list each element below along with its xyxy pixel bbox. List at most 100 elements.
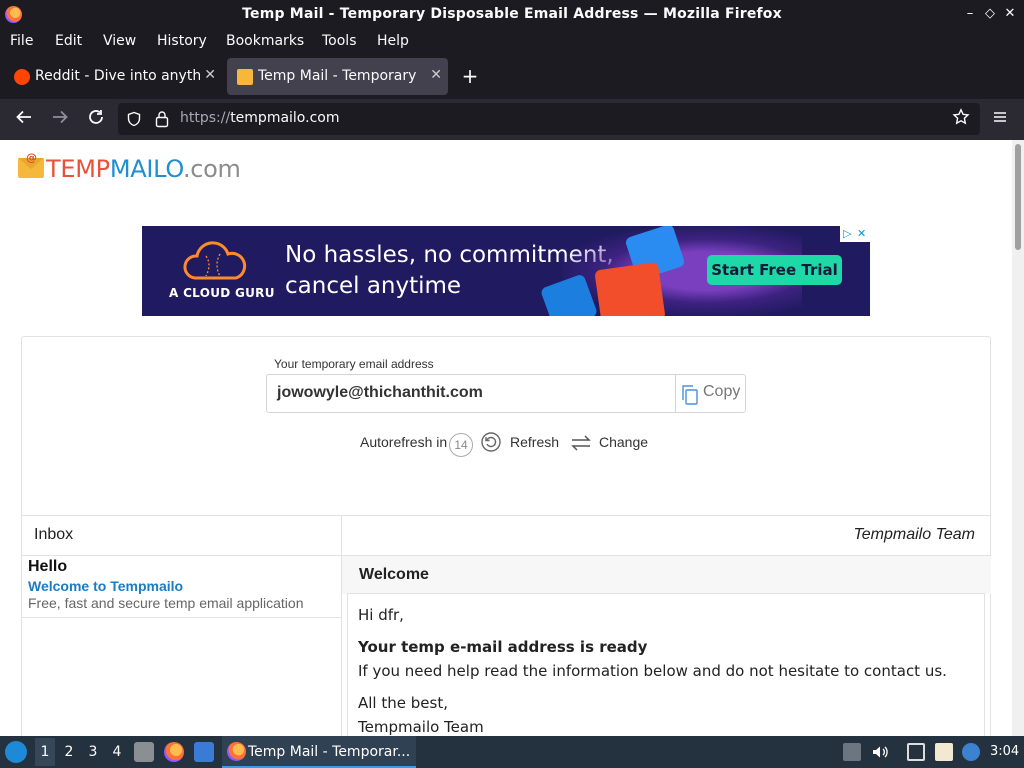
new-tab-button[interactable]: +: [458, 66, 482, 86]
reader-heading: Your temp e-mail address is ready: [358, 638, 648, 656]
copy-icon: [682, 385, 698, 405]
logo-at-sign: @: [26, 151, 37, 164]
autorefresh-counter: 14: [449, 433, 473, 457]
lock-icon[interactable]: [154, 110, 170, 128]
file-manager-icon[interactable]: [134, 742, 154, 762]
taskbar: 1 2 3 4 Temp Mail - Temporar... 3:04: [0, 736, 1024, 768]
menu-history[interactable]: History: [157, 33, 207, 49]
advertisement-banner[interactable]: A CLOUD GURU No hassles, no commitment, …: [142, 226, 870, 316]
minimize-button[interactable]: –: [961, 5, 979, 23]
cloud-logo-icon: [183, 241, 247, 280]
taskbar-firefox-window[interactable]: Temp Mail - Temporar...: [222, 736, 416, 768]
speaker-icon: [873, 746, 888, 758]
bookmark-star-button[interactable]: [949, 108, 973, 130]
tab-reddit[interactable]: Reddit - Dive into anythin ✕: [4, 58, 222, 95]
sender-title: Tempmailo Team: [853, 526, 975, 543]
back-button[interactable]: [12, 108, 36, 130]
menu-tools[interactable]: Tools: [322, 33, 357, 49]
menu-file[interactable]: File: [10, 33, 33, 49]
back-arrow-icon: [16, 110, 31, 124]
tab-tempmail[interactable]: Temp Mail - Temporary Di ✕: [227, 58, 448, 95]
adchoices-icon[interactable]: ▷: [843, 226, 851, 242]
menu-view[interactable]: View: [103, 33, 136, 49]
url-bar[interactable]: https://tempmailo.com: [118, 103, 980, 135]
refresh-icon: [481, 432, 501, 452]
change-button[interactable]: [569, 433, 593, 456]
clock[interactable]: 3:04: [990, 744, 1019, 759]
message-from: Hello: [28, 558, 68, 575]
volume-icon[interactable]: [871, 743, 889, 761]
logo-part-mailo: MAILO: [109, 155, 183, 183]
autorefresh-label: Autorefresh in: [360, 434, 448, 450]
page-scrollbar[interactable]: [1012, 140, 1024, 736]
task-label: Temp Mail - Temporar...: [248, 744, 411, 760]
update-tray-icon[interactable]: [843, 743, 861, 761]
tab-label: Temp Mail - Temporary Di: [258, 68, 421, 84]
email-address-field[interactable]: jowowyle@thichanthit.com Copy: [266, 374, 746, 413]
logo-part-temp: TEMP: [46, 155, 110, 183]
app-menu-button[interactable]: [988, 108, 1012, 130]
divider: [341, 515, 342, 736]
message-subject: Welcome to Tempmailo: [28, 578, 184, 594]
swap-arrows-icon: [571, 435, 591, 451]
email-address-label: Your temporary email address: [274, 357, 434, 371]
forward-arrow-icon: [53, 110, 68, 124]
reader-signoff: All the best,: [358, 694, 448, 712]
refresh-button[interactable]: [480, 431, 502, 456]
shield-icon[interactable]: [126, 111, 142, 127]
close-window-button[interactable]: ✕: [1001, 5, 1019, 23]
reader-body: Hi dfr, Your temp e-mail address is read…: [347, 593, 985, 736]
workspace-1[interactable]: 1: [35, 738, 55, 766]
menu-bookmarks[interactable]: Bookmarks: [226, 33, 304, 49]
tab-bar: Reddit - Dive into anythin ✕ Temp Mail -…: [0, 54, 1024, 99]
forward-button[interactable]: [48, 108, 72, 130]
reddit-icon: [14, 69, 30, 85]
inbox-message-item[interactable]: Hello Welcome to Tempmailo Free, fast an…: [22, 556, 341, 618]
url-scheme: https://: [180, 110, 231, 126]
reader-greeting: Hi dfr,: [358, 606, 404, 624]
copy-label: Copy: [703, 383, 741, 400]
restore-button[interactable]: ◇: [981, 5, 999, 23]
message-preview: Free, fast and secure temp email applica…: [28, 595, 304, 611]
close-tab-icon[interactable]: ✕: [204, 67, 216, 83]
workspace-4[interactable]: 4: [107, 744, 127, 760]
reader-header: Welcome: [342, 556, 991, 594]
workspace-2[interactable]: 2: [59, 744, 79, 760]
reload-button[interactable]: [84, 108, 108, 130]
tab-label: Reddit - Dive into anythin: [35, 68, 200, 84]
menu-help[interactable]: Help: [377, 33, 409, 49]
divider: [22, 515, 991, 516]
inbox-title: Inbox: [34, 526, 74, 543]
refresh-label[interactable]: Refresh: [510, 434, 559, 450]
desktop-icon[interactable]: [194, 742, 214, 762]
network-icon[interactable]: [907, 743, 925, 761]
close-tab-icon[interactable]: ✕: [430, 67, 442, 83]
ad-choices[interactable]: ▷ ✕: [840, 226, 870, 242]
logo-part-com: .com: [182, 155, 241, 183]
ad-brand: A CLOUD GURU: [169, 286, 275, 300]
menu-edit[interactable]: Edit: [55, 33, 82, 49]
clipboard-icon[interactable]: [935, 743, 953, 761]
window-titlebar: Temp Mail - Temporary Disposable Email A…: [0, 0, 1024, 29]
start-menu-icon[interactable]: [5, 741, 27, 763]
reader-signature: Tempmailo Team: [358, 718, 484, 736]
url-host: tempmailo.com: [230, 110, 340, 126]
copy-button[interactable]: Copy: [675, 375, 745, 412]
notification-icon[interactable]: [962, 743, 980, 761]
reader-subject: Welcome: [359, 566, 429, 583]
url-text[interactable]: https://tempmailo.com: [180, 110, 339, 126]
workspace-3[interactable]: 3: [83, 744, 103, 760]
ad-close-icon[interactable]: ✕: [857, 226, 866, 242]
firefox-launcher-icon[interactable]: [164, 742, 184, 762]
firefox-icon: [227, 742, 246, 761]
ad-cube-orange: [594, 261, 666, 316]
reload-icon: [89, 110, 103, 124]
tempmail-icon: [237, 69, 253, 85]
reader-text: If you need help read the information be…: [358, 662, 947, 680]
email-address-value[interactable]: jowowyle@thichanthit.com: [277, 384, 483, 402]
scrollbar-thumb[interactable]: [1015, 144, 1021, 250]
start-free-trial-button[interactable]: Start Free Trial: [707, 255, 842, 285]
change-label[interactable]: Change: [599, 434, 648, 450]
window-title: Temp Mail - Temporary Disposable Email A…: [242, 6, 782, 22]
menu-bar: File Edit View History Bookmarks Tools H…: [0, 29, 1024, 54]
